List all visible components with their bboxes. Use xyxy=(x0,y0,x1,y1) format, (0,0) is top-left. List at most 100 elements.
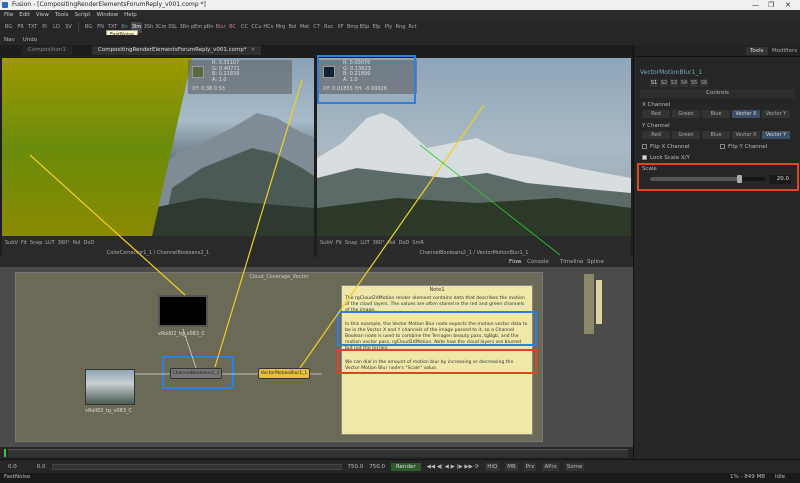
tool-button[interactable]: CC xyxy=(239,22,250,33)
start-time-field[interactable]: 0.0 xyxy=(37,464,46,470)
tool-button[interactable]: BSp xyxy=(359,22,370,33)
tool-button[interactable]: BG xyxy=(83,22,94,33)
tab-spline[interactable]: Spline xyxy=(583,258,608,266)
tool-button[interactable]: Rsz xyxy=(323,22,334,33)
range-slider[interactable] xyxy=(51,463,342,470)
play-controls-icon[interactable]: ◀◀ ◀| ◀ ▶ |▶ ▶▶ ⟳ xyxy=(427,464,480,470)
y-blue-button[interactable]: Blue xyxy=(702,131,730,139)
controls-section[interactable]: Controls xyxy=(640,89,795,98)
snap-button[interactable]: Snap xyxy=(30,240,43,246)
aprx-button[interactable]: APrx xyxy=(542,462,559,471)
snap-button[interactable]: Snap xyxy=(345,240,358,246)
menu-file[interactable]: File xyxy=(4,12,13,18)
undo-button[interactable]: Undo xyxy=(23,37,37,43)
menu-script[interactable]: Script xyxy=(75,12,91,18)
current-time-field[interactable]: 0.0 xyxy=(8,464,17,470)
tab-console[interactable]: Console xyxy=(523,258,553,266)
checkbox-icon[interactable] xyxy=(720,144,725,149)
render-end-field[interactable]: 750.0 xyxy=(369,464,385,470)
tool-button[interactable]: Elp xyxy=(371,22,382,33)
menu-window[interactable]: Window xyxy=(96,12,118,18)
subtab-s6[interactable]: S6 xyxy=(700,79,708,87)
tool-button[interactable]: 3Cm xyxy=(155,22,167,33)
flip-x-checkbox[interactable]: Flip X Channel xyxy=(642,144,690,150)
menu-view[interactable]: View xyxy=(36,12,49,18)
roi-button[interactable]: RoI xyxy=(388,240,396,246)
x-vectory-button[interactable]: Vector Y xyxy=(762,110,790,118)
subtab-s4[interactable]: S4 xyxy=(680,79,688,87)
tab-modifiers[interactable]: Modifiers xyxy=(768,47,800,55)
lut-button[interactable]: LUT xyxy=(45,240,54,246)
tool-button[interactable]: SV xyxy=(63,22,74,33)
loader-node-top[interactable] xyxy=(158,295,208,327)
loader-node-left[interactable] xyxy=(85,369,135,405)
navigator-minimap[interactable] xyxy=(570,270,626,340)
tool-button[interactable]: 3Rn xyxy=(179,22,190,33)
tool-button[interactable]: Blur xyxy=(215,22,226,33)
fit-button[interactable]: Fit xyxy=(21,240,27,246)
flip-y-checkbox[interactable]: Flip Y Channel xyxy=(720,144,767,150)
mb-button[interactable]: MB xyxy=(505,462,518,471)
tool-button[interactable]: FN xyxy=(95,22,106,33)
tool-button[interactable]: XF xyxy=(335,22,346,33)
close-button[interactable]: ✕ xyxy=(785,0,791,10)
playhead[interactable] xyxy=(4,449,6,457)
left-viewer[interactable]: R: 0.35107 G: 0.40771 B: 0.21839 A: 1.0 … xyxy=(2,58,314,236)
lut-button[interactable]: LUT xyxy=(360,240,369,246)
tab-tools[interactable]: Tools xyxy=(746,47,768,55)
x-vectorx-button[interactable]: Vector X xyxy=(732,110,760,118)
menu-tools[interactable]: Tools xyxy=(55,12,69,18)
prx-button[interactable]: Prx xyxy=(523,462,537,471)
minimize-button[interactable]: — xyxy=(752,0,759,10)
tool-button[interactable]: CT xyxy=(311,22,322,33)
tool-button[interactable]: pRn xyxy=(203,22,214,33)
subtab-s1[interactable]: S1 xyxy=(650,79,658,87)
tool-button[interactable]: 3SL xyxy=(167,22,178,33)
close-icon[interactable]: ✕ xyxy=(251,47,256,53)
vector-motion-blur-node[interactable]: VectorMotionBlur1_1 xyxy=(258,368,310,379)
nav-button[interactable]: Nav xyxy=(4,37,15,43)
menu-edit[interactable]: Edit xyxy=(19,12,30,18)
dod-button[interactable]: DoD xyxy=(399,240,410,246)
tool-button[interactable]: Mrg xyxy=(275,22,286,33)
tool-button[interactable]: 3Sh xyxy=(143,22,154,33)
tab-forum-reply[interactable]: CompositingRenderElementsForumReply_v001… xyxy=(92,46,262,55)
roi-button[interactable]: RoI xyxy=(73,240,81,246)
y-red-button[interactable]: Red xyxy=(642,131,670,139)
maximize-button[interactable]: ❐ xyxy=(768,0,774,10)
tool-button[interactable]: pEm xyxy=(191,22,202,33)
x-blue-button[interactable]: Blue xyxy=(702,110,730,118)
tool-button[interactable]: Mat xyxy=(299,22,310,33)
tool-button[interactable]: Ply xyxy=(383,22,394,33)
subview-button[interactable]: SubV xyxy=(320,240,333,246)
dod-button[interactable]: DoD xyxy=(84,240,95,246)
tab-composition1[interactable]: Composition1 xyxy=(22,46,72,55)
tool-button[interactable]: PI xyxy=(39,22,50,33)
smr-button[interactable]: SmR xyxy=(412,240,424,246)
360-button[interactable]: 360° xyxy=(58,240,70,246)
y-green-button[interactable]: Green xyxy=(672,131,700,139)
tool-button[interactable]: CCu xyxy=(251,22,262,33)
tool-button[interactable]: BC xyxy=(227,22,238,33)
tool-button[interactable]: FR xyxy=(15,22,26,33)
subtab-s2[interactable]: S2 xyxy=(660,79,668,87)
tool-button[interactable]: Rng xyxy=(395,22,406,33)
checkbox-icon[interactable] xyxy=(642,144,647,149)
subview-button[interactable]: SubV xyxy=(5,240,18,246)
end-time-field[interactable]: 750.0 xyxy=(348,464,364,470)
x-green-button[interactable]: Green xyxy=(672,110,700,118)
tool-button[interactable]: HCv xyxy=(263,22,274,33)
some-button[interactable]: Some xyxy=(564,462,585,471)
timeline-ruler[interactable] xyxy=(0,447,633,459)
tool-button[interactable]: Bol xyxy=(287,22,298,33)
x-red-button[interactable]: Red xyxy=(642,110,670,118)
tool-button[interactable]: LD xyxy=(51,22,62,33)
360-button[interactable]: 360° xyxy=(373,240,385,246)
render-button[interactable]: Render xyxy=(391,462,421,471)
ruler-track[interactable] xyxy=(8,449,628,457)
tool-button[interactable]: Rct xyxy=(407,22,418,33)
checkmark-icon[interactable] xyxy=(642,155,647,160)
tool-button[interactable]: TXT xyxy=(27,22,38,33)
y-vectorx-button[interactable]: Vector X xyxy=(732,131,760,139)
hiq-button[interactable]: HiQ xyxy=(485,462,500,471)
